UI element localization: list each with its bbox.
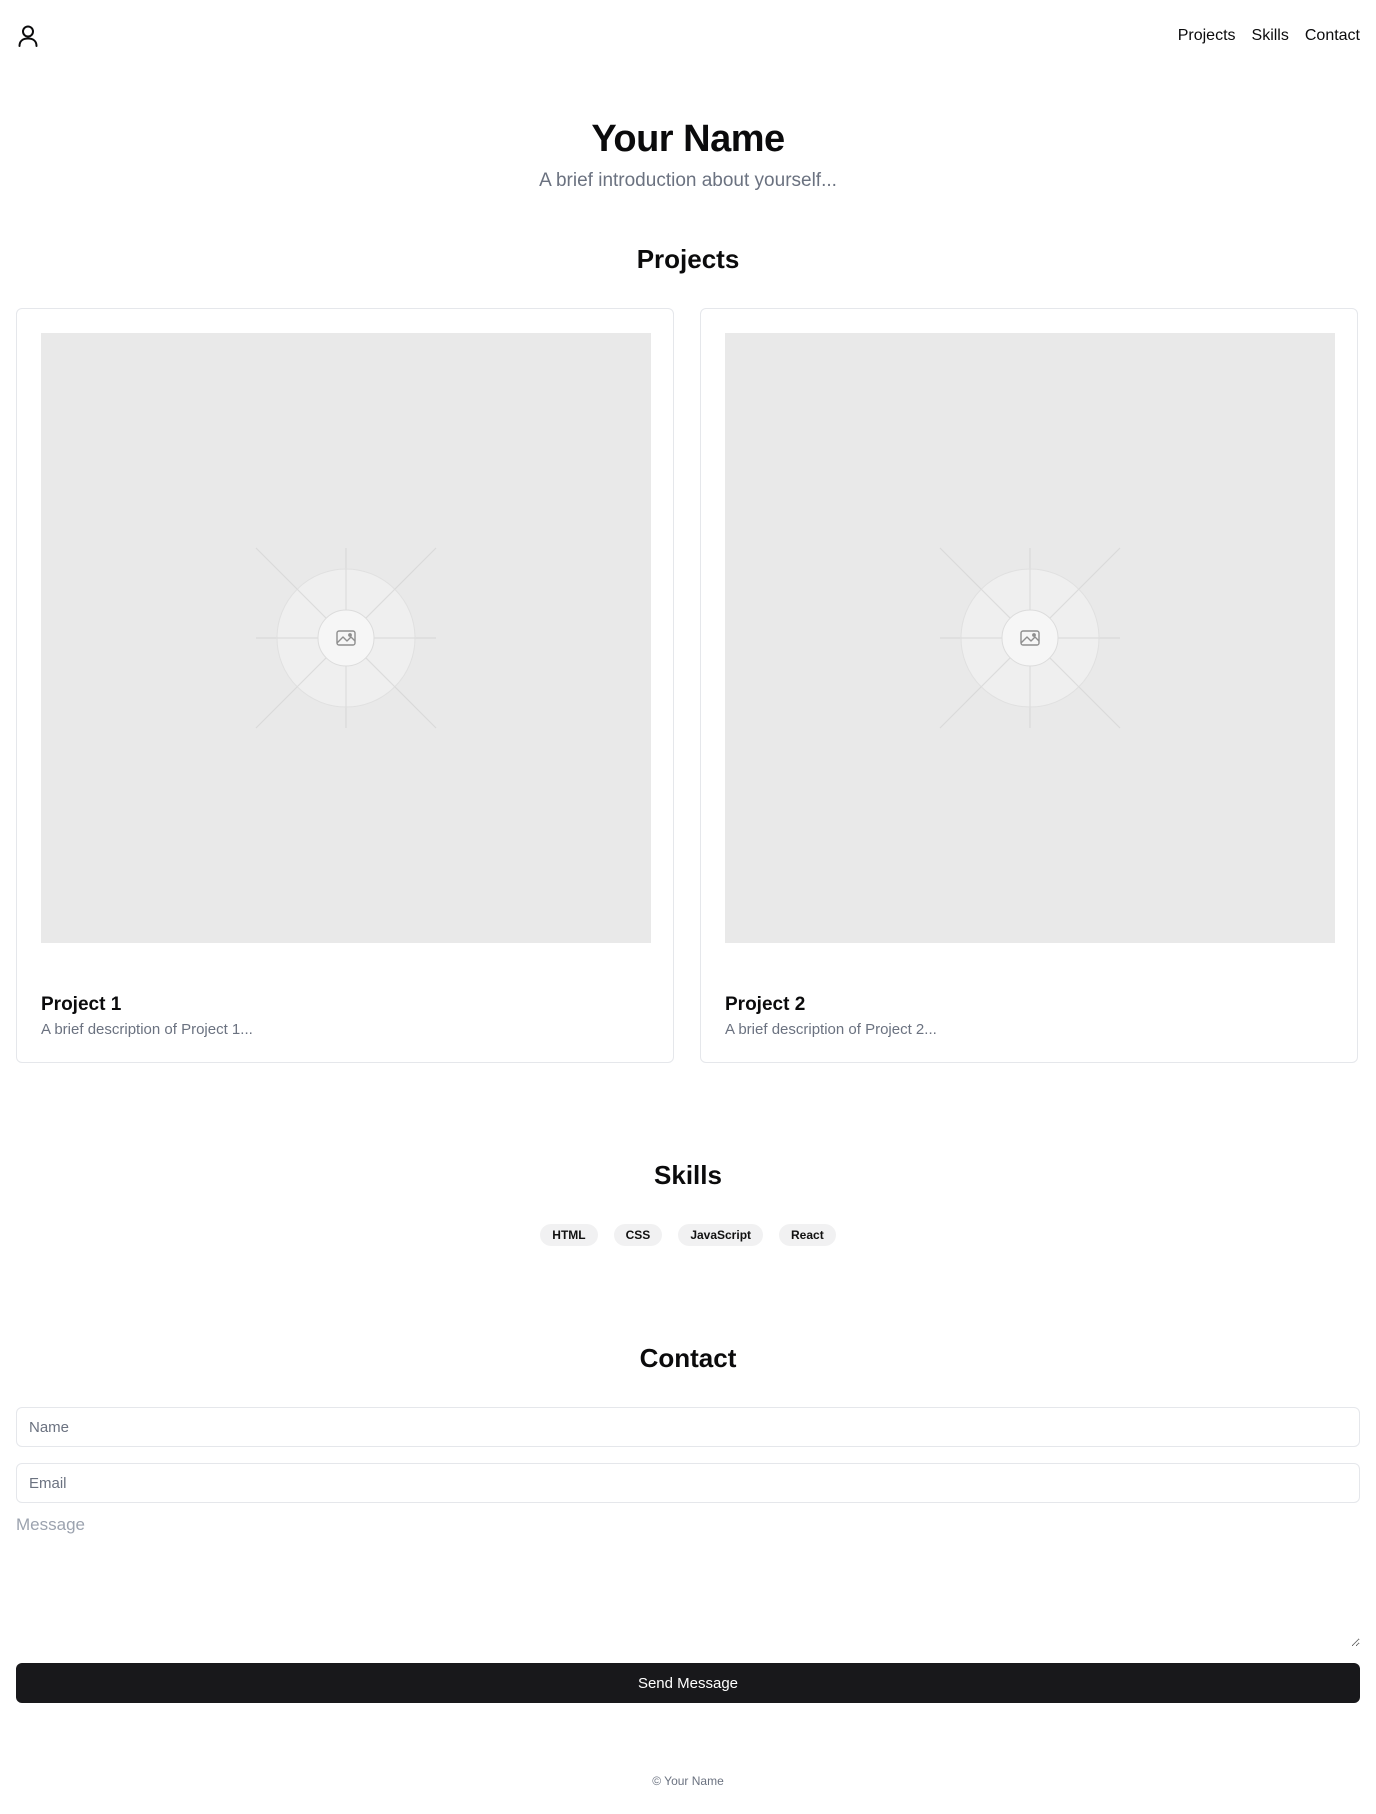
skill-chip: CSS <box>613 1224 663 1246</box>
name-field[interactable] <box>16 1407 1360 1447</box>
skills-heading: Skills <box>654 1160 722 1190</box>
project-title: Project 1 <box>41 994 122 1015</box>
nav-contact-link[interactable]: Contact <box>1305 27 1360 45</box>
email-field[interactable] <box>16 1463 1360 1503</box>
main-nav: Projects Skills Contact <box>1178 24 1360 48</box>
image-placeholder-icon <box>939 547 1121 729</box>
user-icon[interactable] <box>16 24 40 48</box>
skills-list: HTML CSS JavaScript React <box>0 1224 1376 1246</box>
nav-skills-link[interactable]: Skills <box>1252 27 1289 45</box>
project-1-image <box>41 333 651 943</box>
projects-heading: Projects <box>636 244 740 274</box>
send-message-button[interactable]: Send Message <box>16 1663 1360 1703</box>
skill-chip: HTML <box>540 1224 598 1246</box>
project-card-1[interactable]: Project 1 A brief description of Project… <box>16 308 674 1063</box>
skill-chip: JavaScript <box>678 1224 764 1246</box>
site-header: Projects Skills Contact <box>0 0 1376 72</box>
project-title: Project 2 <box>725 994 806 1015</box>
message-field[interactable] <box>16 1515 1360 1647</box>
skill-chip: React <box>779 1224 836 1246</box>
project-2-image <box>725 333 1335 943</box>
nav-projects-link[interactable]: Projects <box>1178 27 1236 45</box>
footer-copyright: © Your Name <box>652 1774 724 1788</box>
project-description: A brief description of Project 2... <box>725 1021 937 1038</box>
hero-name: Your Name <box>591 118 785 160</box>
hero-intro: A brief introduction about yourself... <box>539 170 837 191</box>
project-description: A brief description of Project 1... <box>41 1021 253 1038</box>
contact-heading: Contact <box>639 1343 737 1373</box>
project-card-2[interactable]: Project 2 A brief description of Project… <box>700 308 1358 1063</box>
image-placeholder-icon <box>255 547 437 729</box>
